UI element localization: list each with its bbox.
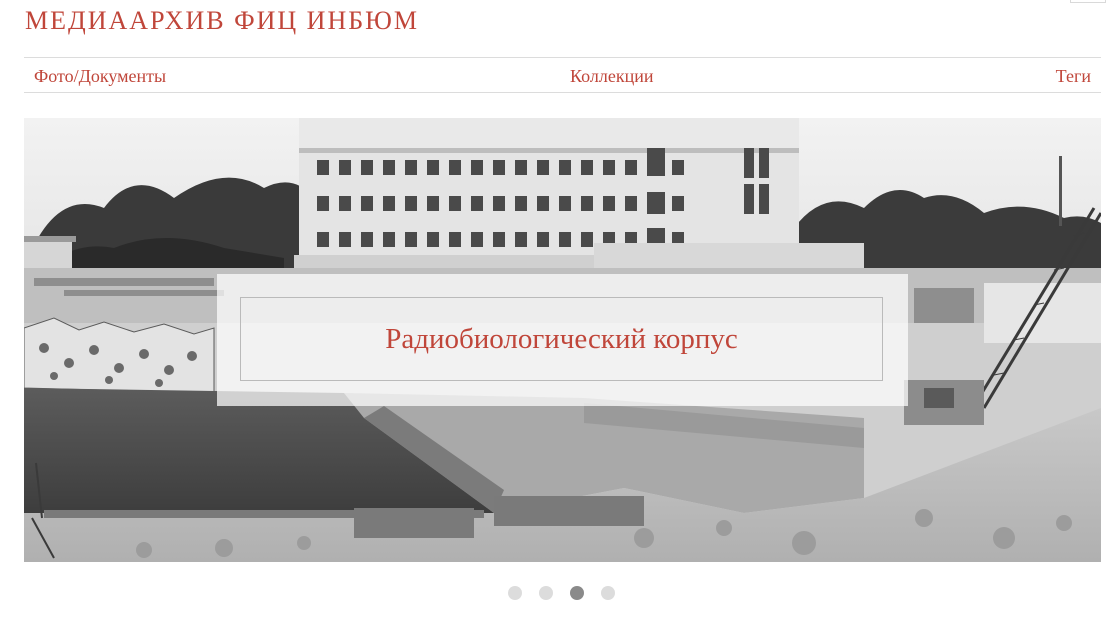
nav-item-tags[interactable]: Теги [1056, 66, 1091, 86]
slider-dot-4[interactable] [601, 586, 615, 600]
main-nav: Фото/Документы Коллекции Теги [24, 57, 1101, 93]
slider-dot-3-active[interactable] [570, 586, 584, 600]
slider-dot-1[interactable] [508, 586, 522, 600]
slider-pagination [508, 586, 615, 600]
corner-control[interactable] [1070, 0, 1106, 3]
image-slider[interactable]: Радиобиологический корпус [24, 118, 1101, 562]
slide-caption[interactable]: Радиобиологический корпус [385, 322, 738, 356]
caption-frame: Радиобиологический корпус [240, 297, 883, 381]
site-title[interactable]: МЕДИААРХИВ ФИЦ ИНБЮМ [25, 6, 419, 36]
slider-dot-2[interactable] [539, 586, 553, 600]
nav-item-collections[interactable]: Коллекции [570, 66, 653, 86]
nav-item-photo-documents[interactable]: Фото/Документы [34, 66, 166, 86]
page: МЕДИААРХИВ ФИЦ ИНБЮМ Фото/Документы Колл… [0, 0, 1116, 639]
caption-overlay: Радиобиологический корпус [217, 274, 908, 406]
